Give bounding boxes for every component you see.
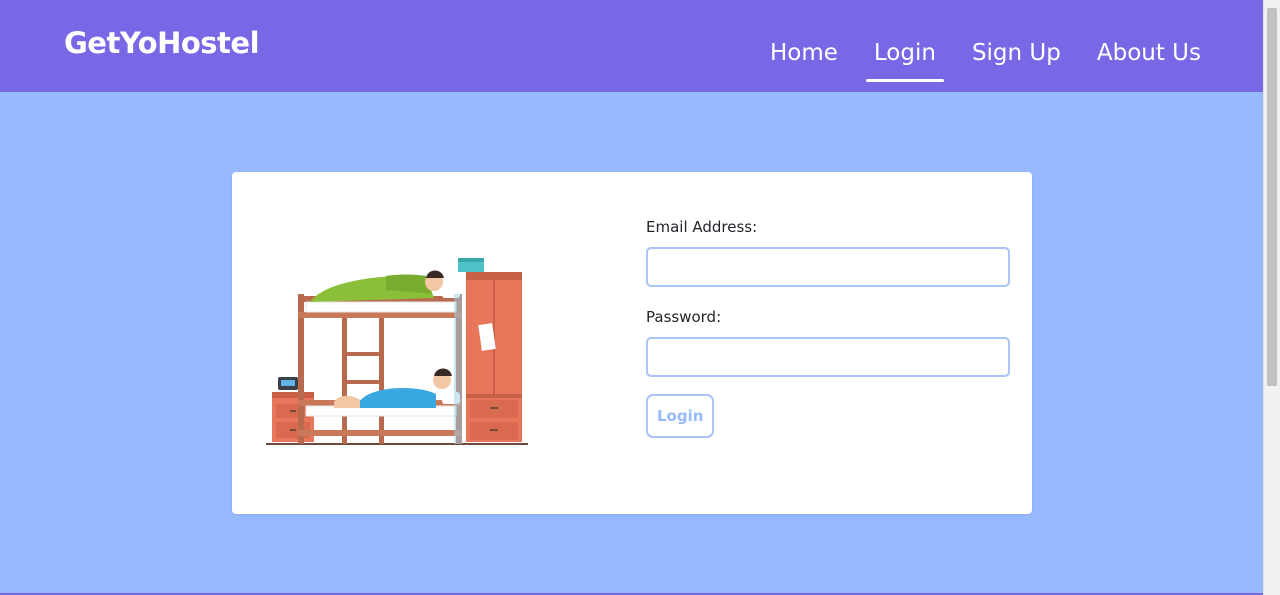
password-label: Password: (646, 308, 722, 326)
login-form: Email Address: Password: Login (646, 218, 1012, 438)
nav-login-link[interactable]: Login (856, 40, 954, 82)
email-input[interactable] (646, 247, 1010, 287)
nav-links: Home Login Sign Up About Us (752, 40, 1219, 82)
bunk-bed-illustration (266, 258, 528, 445)
password-input[interactable] (646, 337, 1010, 377)
page-scrollbar[interactable] (1263, 0, 1280, 595)
scrollbar-thumb[interactable] (1267, 8, 1277, 386)
navbar: GetYoHostel Home Login Sign Up About Us (0, 0, 1263, 92)
login-button[interactable]: Login (646, 394, 715, 438)
nav-about-link[interactable]: About Us (1079, 40, 1219, 82)
login-card: Email Address: Password: Login (232, 172, 1032, 514)
nav-signup-link[interactable]: Sign Up (954, 40, 1079, 82)
nav-home-link[interactable]: Home (752, 40, 856, 82)
brand-logo[interactable]: GetYoHostel (64, 26, 260, 60)
page: GetYoHostel Home Login Sign Up About Us (0, 0, 1280, 595)
email-label: Email Address: (646, 218, 758, 236)
